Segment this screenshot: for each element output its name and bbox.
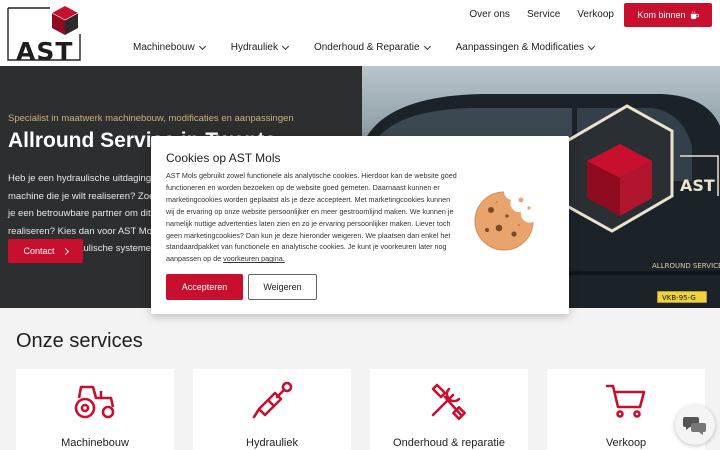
- cookie-text: AST Mols gebruikt zowel functionele als …: [166, 171, 457, 264]
- svg-text:AST: AST: [680, 176, 715, 195]
- chevron-right-icon: [61, 247, 69, 255]
- nav-machinebouw[interactable]: Machinebouw: [133, 42, 206, 53]
- chevron-down-icon: [281, 42, 290, 50]
- refuse-cookies-button[interactable]: Weigeren: [248, 274, 317, 300]
- card-label: Hydrauliek: [246, 437, 298, 449]
- coffee-cup-icon: [690, 10, 699, 19]
- site-header: AST Over ons Service Verkoop Kom binnen …: [0, 0, 720, 66]
- tractor-icon: [74, 385, 115, 419]
- card-label: Onderhoud & reparatie: [393, 437, 505, 449]
- chevron-down-icon: [423, 42, 431, 50]
- main-nav: Machinebouw Hydrauliek Onderhoud & Repar…: [133, 42, 620, 53]
- preferences-link[interactable]: voorkeuren pagina.: [223, 254, 285, 263]
- kom-binnen-label: Kom binnen: [637, 10, 686, 20]
- service-card-machinebouw[interactable]: Machinebouw: [16, 369, 174, 450]
- hero-subtitle: Specialist in maatwerk machinebouw, modi…: [8, 113, 294, 124]
- card-label: Machinebouw: [61, 437, 129, 449]
- chat-bubbles-icon: [683, 417, 706, 435]
- nav-aanpassingen-modificaties[interactable]: Aanpassingen & Modificaties: [455, 42, 596, 53]
- nav-label: Machinebouw: [133, 42, 195, 53]
- nav-label: Hydrauliek: [230, 42, 278, 53]
- contact-label: Contact: [23, 246, 55, 256]
- logo[interactable]: AST: [6, 4, 86, 66]
- cookie-icon: [474, 191, 534, 251]
- top-links: Over ons Service Verkoop: [469, 9, 614, 20]
- nav-label: Aanpassingen & Modificaties: [455, 42, 585, 53]
- tools-icon: [431, 383, 466, 420]
- link-over-ons[interactable]: Over ons: [469, 9, 510, 20]
- logo-text: AST: [16, 37, 74, 66]
- cookie-dialog: Cookies op AST Mols AST Mols gebruikt zo…: [151, 136, 569, 314]
- service-card-onderhoud-reparatie[interactable]: Onderhoud & reparatie: [370, 369, 528, 450]
- kom-binnen-button[interactable]: Kom binnen: [624, 3, 712, 27]
- chat-button[interactable]: [675, 405, 715, 445]
- chevron-down-icon: [198, 42, 206, 50]
- accept-cookies-button[interactable]: Accepteren: [166, 274, 243, 300]
- link-service[interactable]: Service: [527, 9, 560, 20]
- cookie-title: Cookies op AST Mols: [166, 151, 281, 165]
- van-plate: VKB-95-G: [662, 294, 696, 302]
- hydraulic-cylinder-icon: [252, 381, 293, 419]
- nav-label: Onderhoud & Reparatie: [313, 42, 420, 53]
- nav-onderhoud-reparatie[interactable]: Onderhoud & Reparatie: [313, 42, 431, 53]
- nav-hydrauliek[interactable]: Hydrauliek: [230, 42, 290, 53]
- service-card-hydrauliek[interactable]: Hydrauliek: [193, 369, 351, 450]
- cart-icon: [605, 384, 646, 418]
- van-text: ALLROUND SERVICE: [652, 262, 720, 270]
- cookie-body: AST Mols gebruikt zowel functionele als …: [166, 170, 458, 265]
- services-title: Onze services: [16, 330, 143, 352]
- chevron-down-icon: [587, 42, 596, 50]
- link-verkoop[interactable]: Verkoop: [577, 9, 614, 20]
- contact-button[interactable]: Contact: [8, 239, 83, 263]
